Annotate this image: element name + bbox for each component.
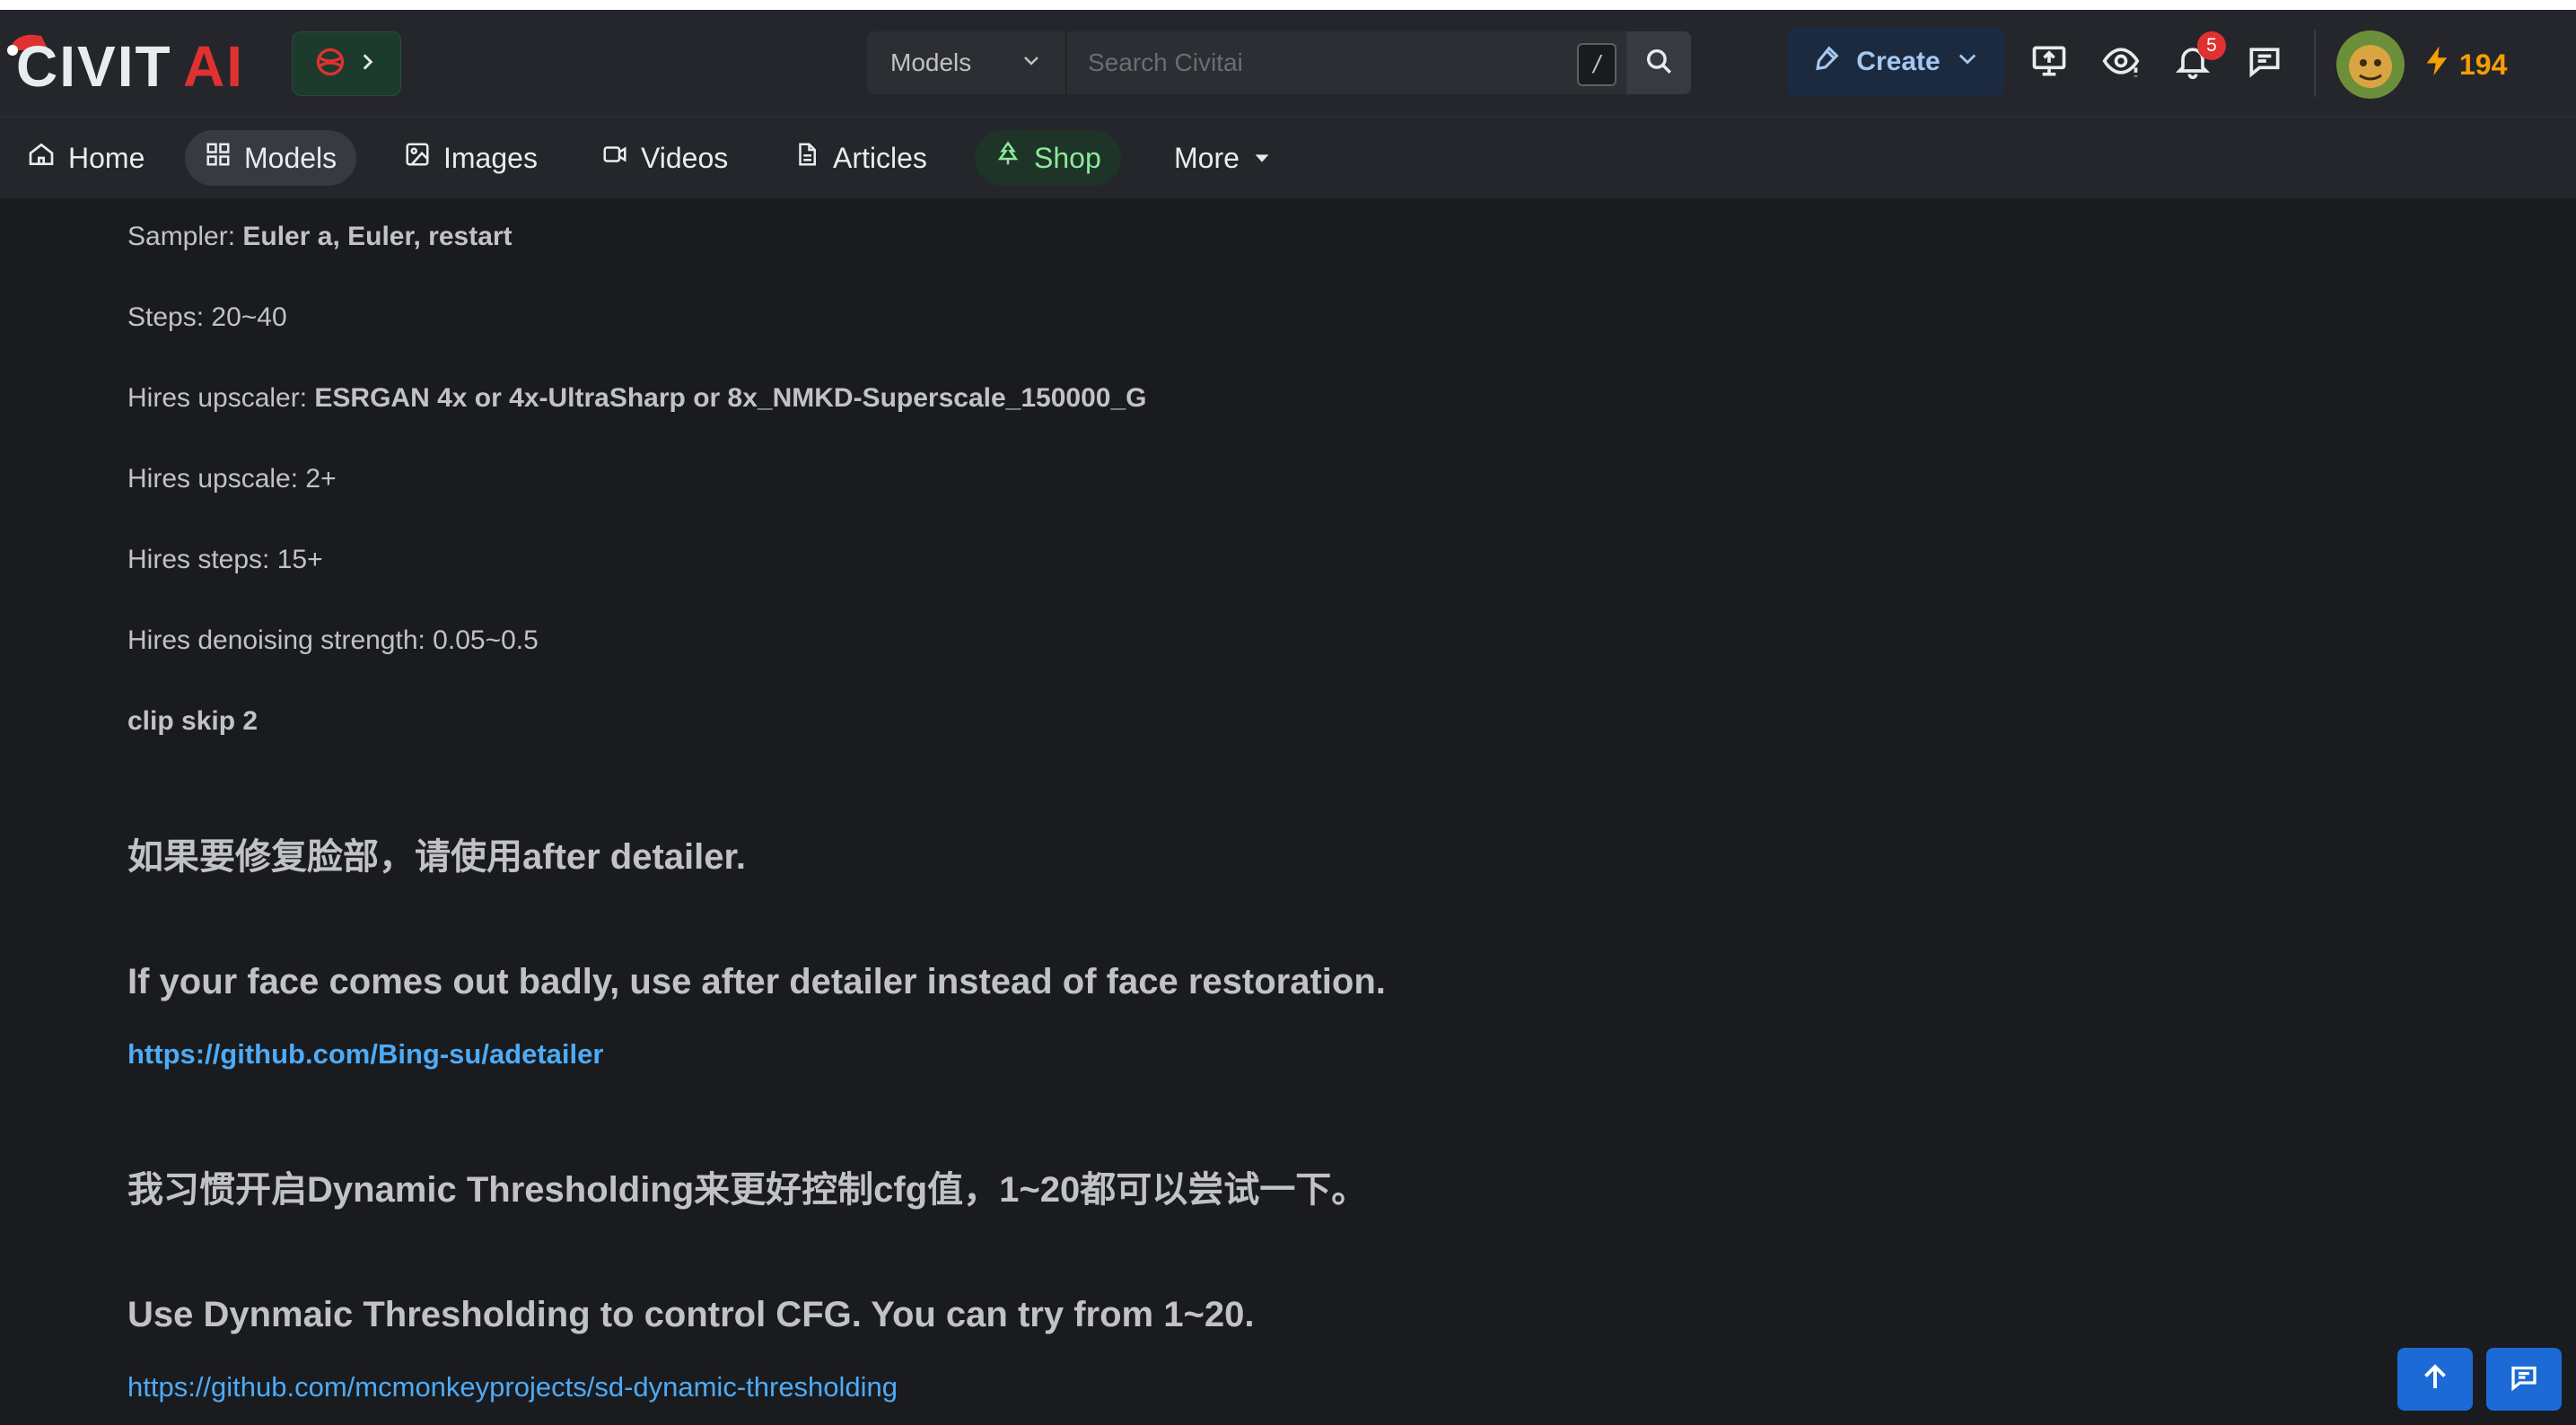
svg-text:AI: AI xyxy=(183,34,244,93)
face-heading-en: If your face comes out badly, use after … xyxy=(127,962,1386,1001)
scroll-top-button[interactable] xyxy=(2397,1348,2473,1411)
hires-denoise-line: Hires denoising strength: 0.05~0.5 xyxy=(127,625,539,655)
caret-down-icon xyxy=(1252,142,1272,175)
arrow-up-icon xyxy=(2419,1361,2451,1398)
nav-label: More xyxy=(1174,141,1240,174)
home-icon xyxy=(27,140,56,176)
hires-upscaler-value: ESRGAN 4x or 4x-UltraSharp or 8x_NMKD-Su… xyxy=(314,383,1147,413)
nav-label: Home xyxy=(68,141,145,174)
upload-monitor-button[interactable] xyxy=(2027,40,2072,85)
nav-videos[interactable]: Videos xyxy=(582,130,748,186)
eye-icon xyxy=(2101,41,2141,85)
search-input[interactable] xyxy=(1066,31,1626,94)
monitor-icon xyxy=(2029,41,2069,85)
notifications-badge: 5 xyxy=(2197,31,2226,60)
svg-text:CIVIT: CIVIT xyxy=(16,34,172,93)
feedback-chat-button[interactable] xyxy=(2486,1348,2562,1411)
main-nav: Home Models Images Videos Articles Shop … xyxy=(0,117,2576,198)
nav-shop[interactable]: Shop xyxy=(975,130,1121,186)
nav-home[interactable]: Home xyxy=(7,130,164,186)
chevron-down-icon xyxy=(1955,46,1980,78)
nav-label: Videos xyxy=(641,141,729,174)
hires-upscaler-label: Hires upscaler: xyxy=(127,383,315,413)
chat-button[interactable] xyxy=(2242,40,2287,85)
hires-upscale-line: Hires upscale: 2+ xyxy=(127,464,337,494)
sampler-line: Sampler: Euler a, Euler, restart xyxy=(127,222,513,252)
dyn-threshold-link[interactable]: https://github.com/mcmonkeyprojects/sd-d… xyxy=(127,1371,898,1403)
steps-line: Steps: 20~40 xyxy=(127,302,287,332)
nav-models[interactable]: Models xyxy=(185,130,357,186)
top-strip xyxy=(0,0,2576,10)
buzz-amount: 194 xyxy=(2459,48,2508,81)
tree-icon xyxy=(994,141,1021,175)
chevron-down-icon xyxy=(1021,48,1042,77)
search-icon xyxy=(1643,46,1674,81)
search-button[interactable] xyxy=(1626,31,1691,94)
lightning-icon xyxy=(2423,45,2450,84)
chevron-right-icon xyxy=(355,50,379,78)
search-category-select[interactable]: Models xyxy=(867,31,1066,94)
chat-icon xyxy=(2245,41,2284,85)
nav-images[interactable]: Images xyxy=(384,130,557,186)
hires-upscaler-line: Hires upscaler: ESRGAN 4x or 4x-UltraSha… xyxy=(127,383,1146,414)
holiday-event-button[interactable] xyxy=(292,31,401,96)
avatar[interactable] xyxy=(2336,31,2405,99)
clip-skip-line: clip skip 2 xyxy=(127,706,258,736)
adetailer-link[interactable]: https://github.com/Bing-su/adetailer xyxy=(127,1038,603,1071)
dyn-heading-cn: 我习惯开启Dynamic Thresholding来更好控制cfg值，1~20都… xyxy=(127,1170,1368,1210)
face-heading-cn: 如果要修复脸部，请使用after detailer. xyxy=(127,837,747,877)
dyn-heading-en: Use Dynmaic Thresholding to control CFG.… xyxy=(127,1295,1255,1334)
create-label: Create xyxy=(1856,47,1941,76)
chat-icon xyxy=(2508,1361,2540,1398)
search-shortcut-key: / xyxy=(1577,43,1617,86)
ornament-icon xyxy=(314,46,346,83)
article-icon xyxy=(793,141,820,175)
buzz-balance[interactable]: 194 xyxy=(2423,45,2507,84)
create-button[interactable]: Create xyxy=(1787,28,2004,96)
nav-label: Models xyxy=(244,141,337,174)
nav-more[interactable]: More xyxy=(1154,130,1292,186)
nav-label: Images xyxy=(443,141,538,174)
nav-label: Articles xyxy=(833,141,927,174)
nav-label: Shop xyxy=(1034,141,1101,174)
hires-steps-line: Hires steps: 15+ xyxy=(127,545,323,574)
search-category-label: Models xyxy=(890,48,972,76)
brush-icon xyxy=(1811,43,1842,81)
header-divider xyxy=(2314,31,2316,97)
civitai-logo[interactable]: CIVIT AI xyxy=(7,23,276,99)
image-icon xyxy=(404,141,431,175)
video-icon xyxy=(601,141,628,175)
grid-icon xyxy=(205,141,232,175)
search-bar: Models xyxy=(867,31,1691,94)
sampler-label: Sampler: xyxy=(127,222,243,251)
browsing-mode-button[interactable] xyxy=(2098,40,2143,85)
nav-articles[interactable]: Articles xyxy=(774,130,947,186)
sampler-value: Euler a, Euler, restart xyxy=(242,222,513,251)
